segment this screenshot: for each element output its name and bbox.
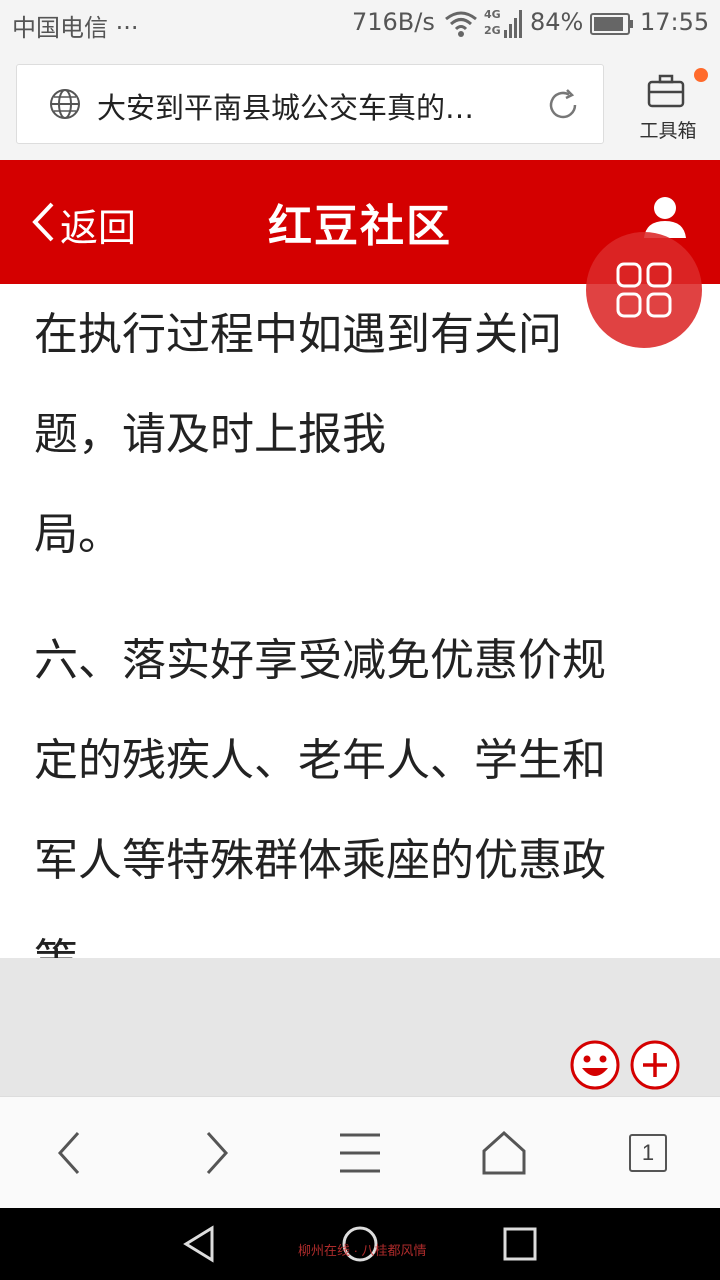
back-icon[interactable] (44, 1127, 96, 1179)
article-line: 题，请及时上报我 (34, 409, 386, 460)
watermark: 柳州在线 · 八桂都风情 (298, 1243, 427, 1258)
battery-icon (590, 13, 634, 39)
toolbox-icon (646, 74, 686, 112)
article-line: 六、落实好享受减免优惠价规 (34, 635, 606, 686)
back-button[interactable]: 返回 (30, 194, 136, 254)
menu-icon[interactable] (334, 1127, 386, 1179)
wifi-icon (444, 10, 478, 42)
browser-toolbar: 大安到平南县城公交车真的… 工具箱 (0, 50, 720, 160)
network-speed: 716B/s (352, 8, 435, 36)
notification-dot (694, 68, 708, 82)
page-title[interactable]: 大安到平南县城公交车真的… (97, 85, 517, 127)
clock: 17:55 (640, 8, 710, 36)
battery-percent: 84% (530, 8, 584, 36)
grid-menu-icon (616, 262, 672, 318)
back-label: 返回 (60, 205, 137, 250)
system-recents-icon[interactable] (500, 1224, 540, 1268)
svg-text:2G: 2G (484, 24, 501, 37)
article-line: 军人等特殊群体乘座的优惠政 (34, 835, 606, 886)
svg-text:4G: 4G (484, 8, 501, 21)
article-line: 局。 (34, 509, 122, 560)
reload-icon[interactable] (545, 87, 581, 127)
article-body: 在执行过程中如遇到有关问 题，请及时上报我 局。 六、落实好享受减免优惠价规 定… (0, 284, 720, 958)
globe-icon (49, 88, 81, 124)
article-line: 策。 (34, 924, 694, 958)
home-icon[interactable] (478, 1127, 530, 1179)
toolbox-button[interactable]: 工具箱 (628, 64, 708, 148)
tabs-icon[interactable]: 1 (622, 1127, 674, 1179)
forward-icon[interactable] (190, 1127, 242, 1179)
browser-bottom-nav: 1 (0, 1096, 720, 1208)
cellular-4g-2g-icon: 4G 2G (484, 6, 526, 46)
address-bar[interactable]: 大安到平南县城公交车真的… (16, 64, 604, 144)
plus-icon[interactable] (630, 1040, 680, 1094)
article-line: 定的残疾人、老年人、学生和 (34, 735, 606, 786)
emoji-icon[interactable] (570, 1040, 620, 1094)
tab-count: 1 (629, 1134, 667, 1172)
system-nav-bar: 柳州在线 · 八桂都风情 (0, 1208, 720, 1280)
carrier-label: 中国电信 ··· (12, 14, 139, 42)
toolbox-label: 工具箱 (639, 120, 697, 142)
system-back-icon[interactable] (180, 1224, 220, 1268)
chevron-left-icon (30, 200, 56, 248)
comment-area (0, 958, 720, 1096)
grid-menu-button[interactable] (586, 232, 702, 348)
status-bar: 中国电信 ··· 716B/s 4G 2G 84% 17:55 (0, 0, 720, 50)
